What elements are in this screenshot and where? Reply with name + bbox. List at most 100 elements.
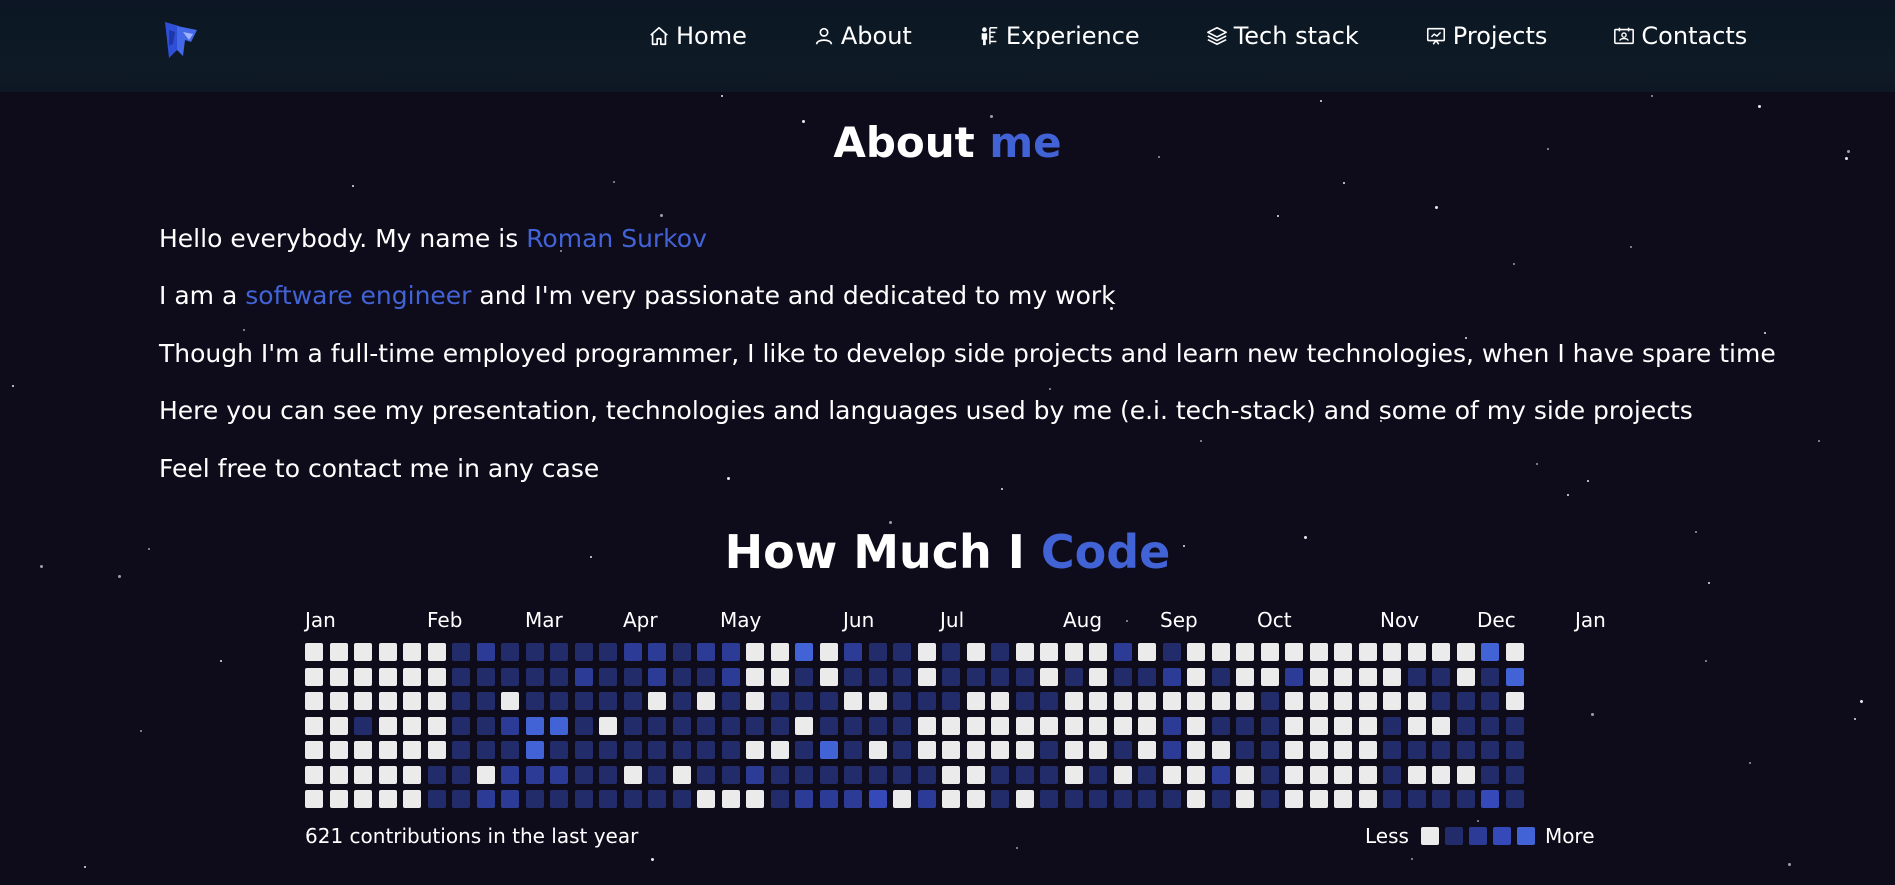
contribution-day-cell xyxy=(697,765,715,784)
about-line-role: I am a software engineer and I'm very pa… xyxy=(159,281,1116,310)
nav-item-tech-stack[interactable]: Tech stack xyxy=(1206,18,1359,54)
month-label: Apr xyxy=(623,608,658,632)
role-prefix: I am a xyxy=(159,281,246,310)
contribution-day-cell xyxy=(1334,692,1352,710)
contribution-day-cell xyxy=(672,716,691,735)
contribution-day-cell xyxy=(1064,643,1083,661)
nav-item-home[interactable]: Home xyxy=(648,18,747,54)
contribution-day-cell xyxy=(1015,692,1034,710)
contribution-day-cell xyxy=(623,716,642,735)
contribution-day-cell xyxy=(550,741,568,759)
contribution-day-cell xyxy=(1113,643,1132,661)
code-title-plain: How Much I xyxy=(724,525,1041,579)
contribution-day-cell xyxy=(623,692,642,710)
contribution-day-cell xyxy=(476,741,495,759)
contribution-day-cell xyxy=(942,741,960,759)
contribution-day-cell xyxy=(623,765,642,784)
contribution-day-cell xyxy=(1089,741,1107,759)
contribution-day-cell xyxy=(403,643,421,661)
contribution-day-cell xyxy=(966,692,985,710)
contribution-day-cell xyxy=(305,741,323,759)
contribution-day-cell xyxy=(1089,643,1107,661)
contribution-day-cell xyxy=(574,765,593,784)
contribution-day-cell xyxy=(1285,765,1303,784)
contribution-day-cell xyxy=(1505,667,1524,686)
contribution-day-cell xyxy=(525,643,544,661)
logo-icon xyxy=(165,22,197,58)
contribution-day-cell xyxy=(1505,765,1524,784)
contribution-day-cell xyxy=(1383,790,1401,808)
contribution-day-cell xyxy=(942,667,960,686)
contribution-day-cell xyxy=(746,790,764,808)
contribution-day-cell xyxy=(1187,741,1205,759)
contribution-day-cell xyxy=(648,692,666,710)
contribution-day-cell xyxy=(1260,765,1279,784)
contribution-day-cell xyxy=(550,667,568,686)
contribution-day-cell xyxy=(819,765,838,784)
contribution-day-cell xyxy=(1162,741,1181,759)
nav-item-about[interactable]: About xyxy=(813,18,912,54)
contribution-day-cell xyxy=(1383,716,1401,735)
contribution-day-cell xyxy=(868,667,887,686)
contribution-day-cell xyxy=(1211,643,1230,661)
contribution-day-cell xyxy=(1285,643,1303,661)
contribution-day-cell xyxy=(795,741,813,759)
contribution-day-cell xyxy=(868,692,887,710)
contribution-day-cell xyxy=(1481,741,1499,759)
contribution-day-cell xyxy=(1015,790,1034,808)
contribution-day-cell xyxy=(770,765,789,784)
contribution-day-cell xyxy=(1040,790,1058,808)
contribution-day-cell xyxy=(1309,790,1328,808)
contribution-day-cell xyxy=(844,741,862,759)
contribution-day-cell xyxy=(1481,692,1499,710)
contribution-day-cell xyxy=(1334,667,1352,686)
month-label: Oct xyxy=(1257,608,1292,632)
contribution-day-cell xyxy=(844,765,862,784)
contribution-day-cell xyxy=(427,765,446,784)
nav-item-experience[interactable]: Experience xyxy=(978,18,1140,54)
nav-item-label: Home xyxy=(676,22,747,50)
contribution-day-cell xyxy=(672,667,691,686)
contribution-day-cell xyxy=(550,765,568,784)
contribution-day-cell xyxy=(1358,643,1377,661)
contribution-day-cell xyxy=(501,692,519,710)
legend-swatch-level-0 xyxy=(1420,827,1439,845)
contribution-day-cell xyxy=(697,790,715,808)
contribution-day-cell xyxy=(1334,790,1352,808)
contribution-day-cell xyxy=(599,643,617,661)
contribution-day-cell xyxy=(550,692,568,710)
contribution-day-cell xyxy=(427,790,446,808)
contribution-day-cell xyxy=(819,741,838,759)
contribution-day-cell xyxy=(378,692,397,710)
contribution-day-cell xyxy=(746,643,764,661)
contribution-day-cell xyxy=(329,765,348,784)
contribution-day-cell xyxy=(452,716,470,735)
contribution-day-cell xyxy=(1285,716,1303,735)
contribution-day-cell xyxy=(354,790,372,808)
contribution-day-cell xyxy=(1334,643,1352,661)
contribution-day-cell xyxy=(1236,765,1254,784)
nav-item-projects[interactable]: Projects xyxy=(1425,18,1547,54)
nav-item-contacts[interactable]: Contacts xyxy=(1613,18,1747,54)
contribution-day-cell xyxy=(1285,692,1303,710)
nav-item-label: About xyxy=(840,22,912,50)
contribution-day-cell xyxy=(1481,643,1499,661)
contribution-day-cell xyxy=(917,790,936,808)
month-label: Nov xyxy=(1380,608,1420,632)
site-logo[interactable] xyxy=(163,20,199,60)
month-label: Jan xyxy=(1575,608,1606,632)
contribution-day-cell xyxy=(305,790,323,808)
contribution-day-cell xyxy=(1113,765,1132,784)
contribution-day-cell xyxy=(819,692,838,710)
contribution-day-cell xyxy=(1138,741,1156,759)
contribution-day-cell xyxy=(378,741,397,759)
contribution-day-cell xyxy=(1089,692,1107,710)
contribution-day-cell xyxy=(574,790,593,808)
contribution-day-cell xyxy=(1309,692,1328,710)
contribution-day-cell xyxy=(746,716,764,735)
contribution-day-cell xyxy=(1358,765,1377,784)
contribution-day-cell xyxy=(917,741,936,759)
contribution-day-cell xyxy=(1211,667,1230,686)
contribution-day-cell xyxy=(550,716,568,735)
contribution-day-cell xyxy=(525,667,544,686)
